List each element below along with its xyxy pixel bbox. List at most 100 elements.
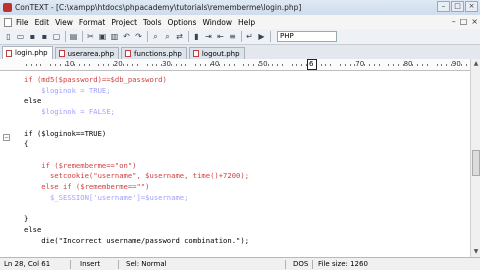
scroll-thumb[interactable] [472,150,480,176]
menu-window[interactable]: Window [202,18,232,27]
code-token: else [24,224,42,234]
menu-tools[interactable]: Tools [143,18,161,27]
php-file-icon [125,50,132,57]
save-icon[interactable]: ▪ [27,31,38,42]
ruler-tick [199,64,201,66]
redo-icon[interactable]: ↷ [133,31,144,42]
toolbar: ▯ ▭ ▪ ▪ ▢ ▤ ✂ ▣ ▥ ↶ ↷ ⌕ ⌕ ⇄ ▮ ⇥ ⇤ ≡ ↵ ▶ … [0,29,480,45]
doc-minimize-button[interactable]: – [452,17,456,26]
fold-toggle-icon[interactable]: − [3,134,10,141]
code-line: $loginok = TRUE; [24,86,110,96]
menu-format[interactable]: Format [79,18,105,27]
maximize-button[interactable]: □ [451,1,464,12]
open-folder-icon[interactable]: ▭ [15,31,26,42]
close-button[interactable]: × [465,1,478,12]
copy-icon[interactable]: ▣ [97,31,108,42]
ruler-label: 80 [403,60,413,68]
ruler-tick [460,64,462,66]
ruler-tick [50,64,52,66]
menu-file[interactable]: File [16,18,29,27]
undo-icon[interactable]: ↶ [121,31,132,42]
menu-options[interactable]: Options [168,18,197,27]
tab-userarea[interactable]: userarea.php [54,47,120,59]
tab-functions[interactable]: functions.php [121,47,187,59]
replace-icon[interactable]: ⇄ [174,31,185,42]
new-file-icon[interactable]: ▯ [3,31,14,42]
ruler-tick [103,64,105,66]
tab-label: logout.php [201,49,240,58]
cut-icon[interactable]: ✂ [85,31,96,42]
outdent-icon[interactable]: ⇤ [215,31,226,42]
ruler-tick [349,64,351,66]
run-icon[interactable]: ▶ [256,31,267,42]
ruler-tick [30,64,32,66]
save-all-icon[interactable]: ▪ [39,31,50,42]
code-token: if ($rememberme=="on") [24,160,137,170]
ruler-tick [175,64,177,66]
code-line: $_SESSION['username']=$username; [24,193,188,203]
ruler-tick [156,64,158,66]
ruler-tick [170,64,172,66]
code-line: if ($loginok==TRUE) [24,129,106,139]
ruler-tick [204,64,206,66]
ruler-label: 50 [258,60,268,68]
indent-icon[interactable]: ⇥ [203,31,214,42]
ruler-tick [325,64,327,66]
ruler-tick [253,64,254,66]
ruler-tick [74,64,76,66]
file-tabs: login.php userarea.php functions.php log… [0,45,480,59]
comment-icon[interactable]: ≡ [227,31,238,42]
ruler-tick [224,64,226,66]
status-divider [312,260,313,269]
toolbar-divider [82,31,83,42]
menu-bar: File Edit View Format Project Tools Opti… [0,15,480,29]
find-icon[interactable]: ⌕ [150,31,161,42]
ruler-tick [108,64,110,66]
print-icon[interactable]: ▤ [68,31,79,42]
ruler-tick [40,64,42,66]
menu-project[interactable]: Project [111,18,137,27]
close-file-icon[interactable]: ▢ [51,31,62,42]
menu-help[interactable]: Help [238,18,255,27]
ruler-tick [127,64,129,66]
selection-mode: Sel: Normal [126,260,167,268]
bookmark-icon[interactable]: ▮ [191,31,202,42]
ruler-tick [137,64,139,66]
column-ruler: 1020304050607080906 [0,59,470,71]
language-select[interactable]: PHP [277,31,337,42]
menu-edit[interactable]: Edit [35,18,50,27]
ruler-tick [417,64,419,66]
word-wrap-icon[interactable]: ↵ [244,31,255,42]
ruler-tick [185,64,187,66]
title-bar: ConTEXT - [C:\xampp\htdocs\phpacademy\tu… [0,0,480,15]
doc-close-button[interactable]: × [471,17,478,26]
code-editor[interactable]: − if (md5($password)==$db_password) $log… [0,71,470,257]
scroll-up-icon[interactable]: ▲ [472,60,480,68]
code-line: if (md5($password)==$db_password) [24,75,167,85]
ruler-tick [344,64,346,66]
ruler-tick [79,64,81,66]
document-icon[interactable] [4,17,12,27]
toolbar-divider [241,31,242,42]
find-next-icon[interactable]: ⌕ [162,31,173,42]
vertical-scrollbar[interactable]: ▲ ▼ [470,59,480,257]
minimize-button[interactable]: – [437,1,450,12]
code-token: if ($loginok==TRUE) [24,128,107,138]
code-line: if ($rememberme=="on") [24,160,137,171]
scroll-down-icon[interactable]: ▼ [472,248,480,256]
ruler-label: 20 [113,60,123,68]
ruler-tick [441,64,443,66]
code-token: else [24,96,42,106]
code-line: } [24,214,28,224]
menu-view[interactable]: View [55,18,73,27]
ruler-tick [373,64,375,66]
code-token: $_SESSION['username']=$username; [24,192,189,202]
code-token: setcookie("username", $username, time()+… [24,171,250,181]
tab-logout[interactable]: logout.php [188,47,245,59]
tab-login[interactable]: login.php [2,46,53,59]
ruler-tick [83,64,85,66]
paste-icon[interactable]: ▥ [109,31,120,42]
ruler-tick [35,64,37,66]
doc-restore-button[interactable]: □ [460,17,468,26]
ruler-tick [228,64,230,66]
